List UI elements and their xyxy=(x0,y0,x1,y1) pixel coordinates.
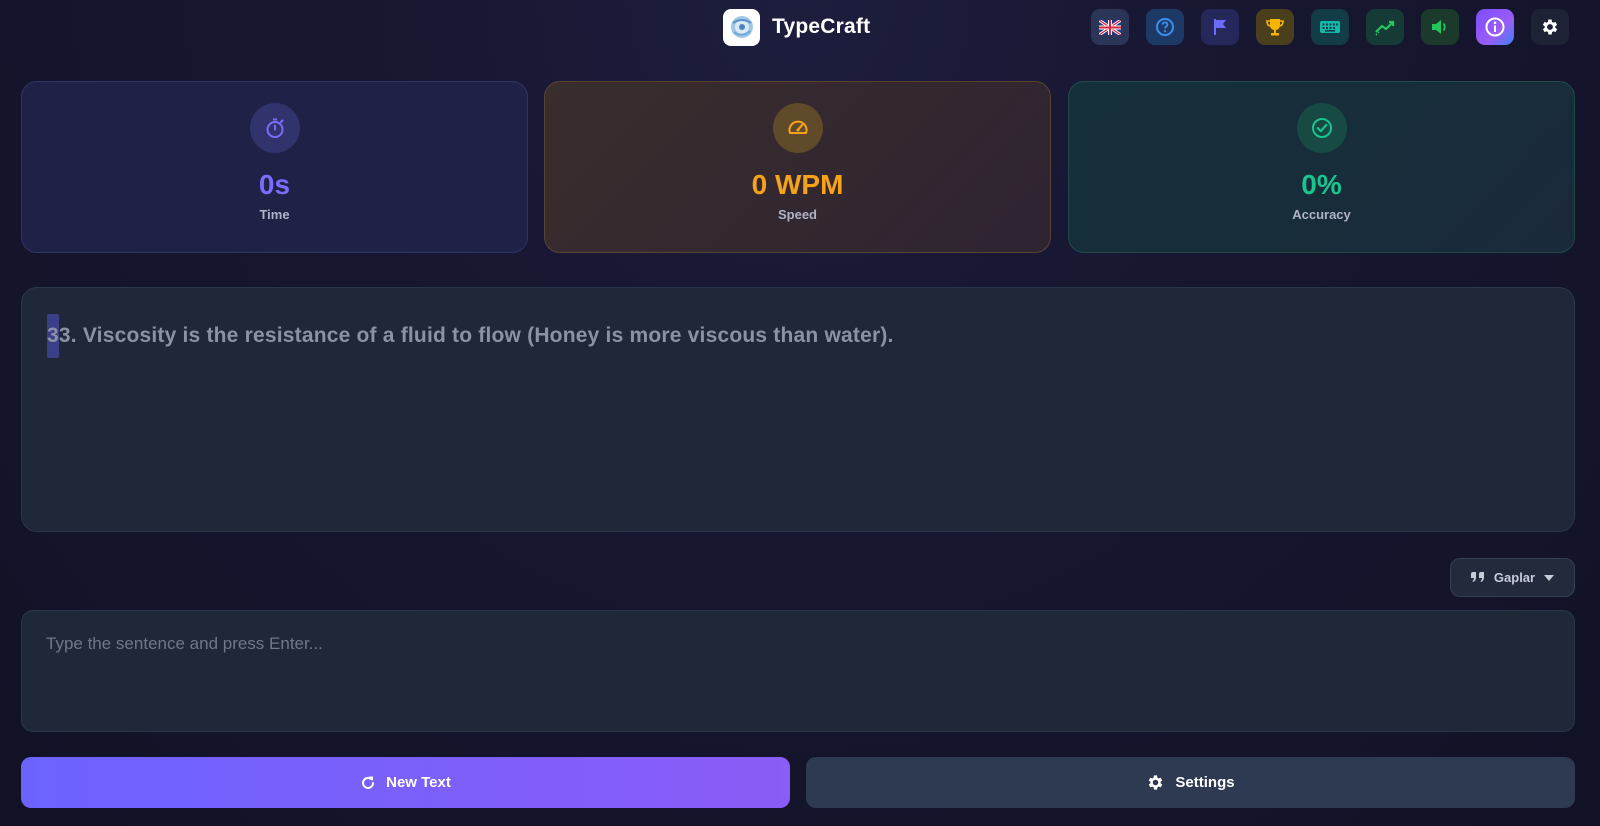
gear-icon xyxy=(1149,775,1163,790)
keyboard-icon[interactable] xyxy=(1311,9,1349,45)
trophy-icon[interactable] xyxy=(1256,9,1294,45)
brand: TypeCraft xyxy=(723,8,870,46)
top-bar: TypeCraft xyxy=(0,0,1600,56)
settings-label: Settings xyxy=(1175,774,1235,791)
accuracy-value: 0% xyxy=(1301,169,1342,200)
check-circle-icon xyxy=(1296,103,1347,153)
time-stat-card: 0s Time xyxy=(21,81,528,253)
remaining-text: 3. Viscosity is the resistance of a flui… xyxy=(58,324,894,347)
volume-icon[interactable] xyxy=(1421,9,1459,45)
speed-label: Speed xyxy=(777,207,817,222)
app-logo-icon xyxy=(723,8,760,46)
speed-value: 0 WPM xyxy=(751,169,844,200)
app-title: TypeCraft xyxy=(772,15,871,38)
mode-label: Gaplar xyxy=(1493,570,1536,585)
chart-trend-icon[interactable] xyxy=(1366,9,1404,45)
time-value: 0s xyxy=(258,169,291,200)
mode-dropdown[interactable]: Gaplar xyxy=(1450,558,1575,597)
sentence-panel: 33. Viscosity is the resistance of a flu… xyxy=(21,287,1575,532)
flag-icon[interactable] xyxy=(1201,9,1239,45)
typing-input[interactable] xyxy=(21,610,1575,732)
chevron-down-icon xyxy=(1544,574,1555,581)
time-label: Time xyxy=(259,207,290,222)
new-text-label: New Text xyxy=(386,774,451,791)
speedometer-icon xyxy=(772,103,823,153)
gear-icon[interactable] xyxy=(1531,9,1569,45)
stopwatch-icon xyxy=(249,103,300,153)
refresh-icon xyxy=(362,776,375,789)
accuracy-stat-card: 0% Accuracy xyxy=(1068,81,1575,253)
quote-icon xyxy=(1470,571,1484,582)
speed-stat-card: 0 WPM Speed xyxy=(544,81,1051,253)
current-char-cursor: 3 xyxy=(47,314,59,358)
new-text-button[interactable]: New Text xyxy=(21,757,790,808)
language-flag-icon[interactable] xyxy=(1091,9,1129,45)
help-icon[interactable] xyxy=(1146,9,1184,45)
stats-row: 0s Time 0 WPM Speed 0% Accuracy xyxy=(21,81,1575,253)
accuracy-label: Accuracy xyxy=(1292,207,1351,222)
settings-button[interactable]: Settings xyxy=(806,757,1575,808)
target-sentence: 33. Viscosity is the resistance of a flu… xyxy=(47,314,1549,358)
info-icon[interactable] xyxy=(1476,9,1514,45)
toolbar xyxy=(1091,9,1569,45)
